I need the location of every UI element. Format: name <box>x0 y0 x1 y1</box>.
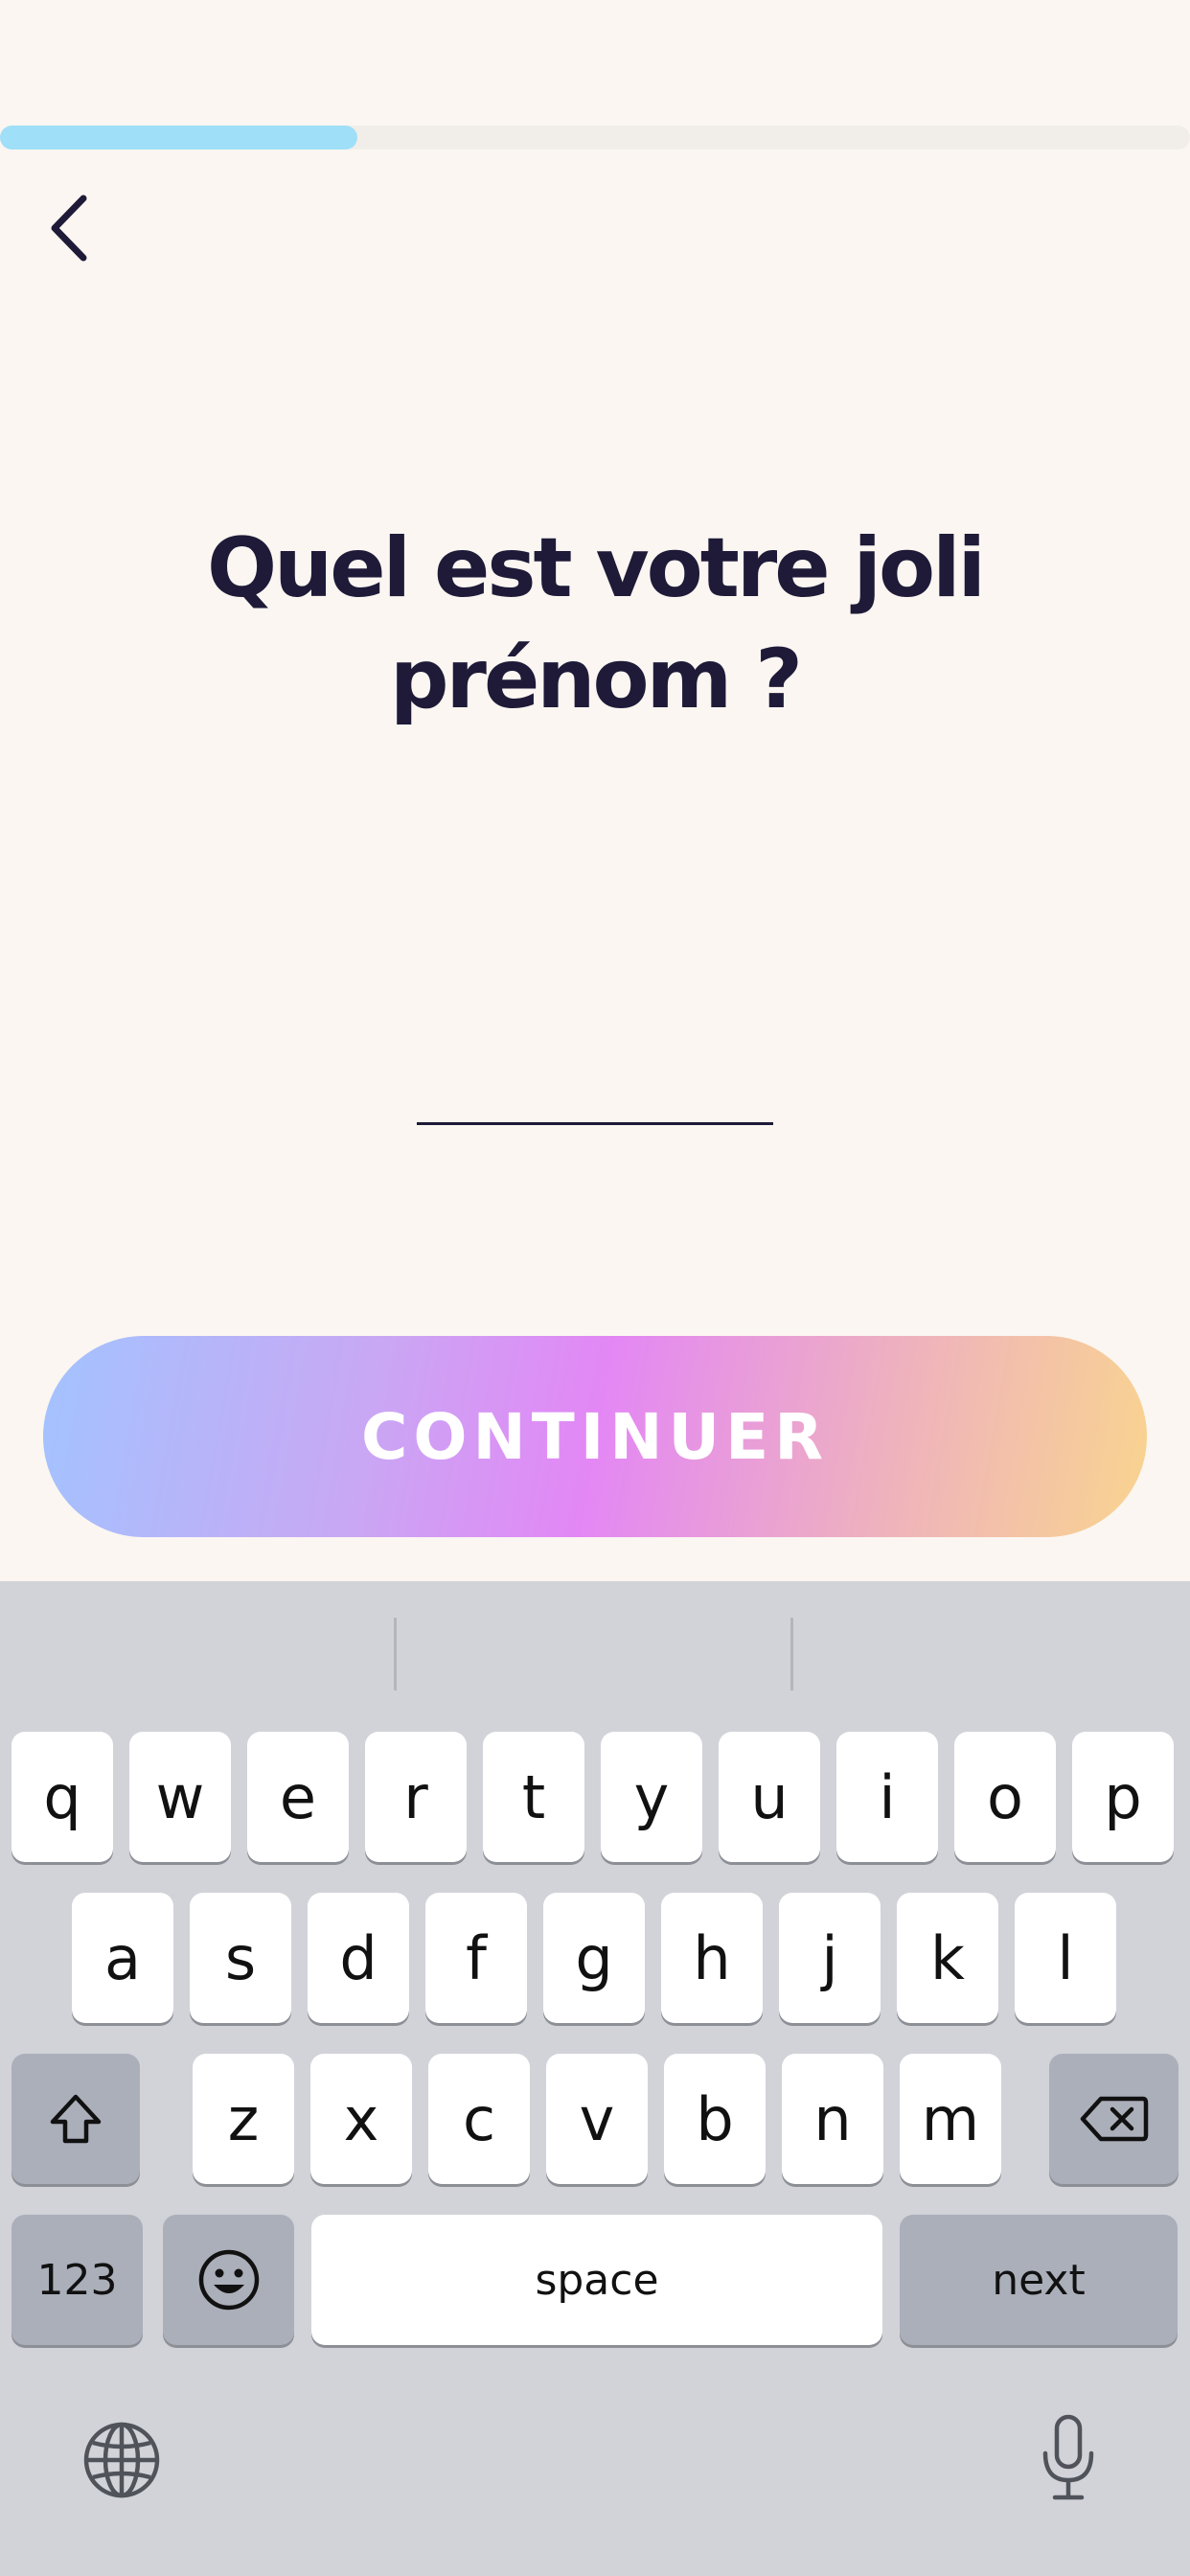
microphone-button[interactable] <box>1025 2405 1111 2511</box>
delete-key[interactable] <box>1049 2054 1179 2184</box>
key[interactable]: w <box>129 1732 231 1862</box>
key[interactable]: n <box>782 2054 883 2184</box>
delete-icon <box>1080 2096 1148 2142</box>
globe-icon <box>83 2422 160 2498</box>
key[interactable]: g <box>543 1893 645 2023</box>
key[interactable]: o <box>954 1732 1056 1862</box>
key[interactable]: r <box>365 1732 467 1862</box>
key[interactable]: u <box>719 1732 820 1862</box>
page-title: Quel est votre joli prénom ? <box>206 520 986 727</box>
numbers-key[interactable]: 123 <box>11 2215 143 2345</box>
key[interactable]: i <box>836 1732 938 1862</box>
suggestion-divider <box>790 1618 793 1690</box>
key[interactable]: t <box>483 1732 584 1862</box>
key[interactable]: l <box>1015 1893 1116 2023</box>
chevron-left-icon <box>51 195 87 262</box>
emoji-key[interactable] <box>163 2215 294 2345</box>
shift-key[interactable] <box>11 2054 140 2184</box>
next-key[interactable]: next <box>900 2215 1178 2345</box>
progress-fill <box>0 126 357 150</box>
shift-icon <box>50 2094 102 2144</box>
key[interactable]: c <box>428 2054 530 2184</box>
progress-bar <box>0 126 1190 150</box>
key[interactable]: y <box>601 1732 702 1862</box>
key[interactable]: a <box>72 1893 173 2023</box>
key[interactable]: z <box>193 2054 294 2184</box>
key[interactable]: q <box>11 1732 113 1862</box>
space-key[interactable]: space <box>311 2215 882 2345</box>
key[interactable]: b <box>664 2054 766 2184</box>
continue-button[interactable]: CONTINUER <box>43 1336 1147 1537</box>
name-input[interactable] <box>417 1045 773 1125</box>
key[interactable]: s <box>190 1893 291 2023</box>
key[interactable]: d <box>308 1893 409 2023</box>
emoji-icon <box>198 2249 259 2311</box>
key[interactable]: m <box>900 2054 1001 2184</box>
suggestion-divider <box>394 1618 397 1690</box>
key[interactable]: j <box>779 1893 881 2023</box>
back-button[interactable] <box>34 185 102 271</box>
key[interactable]: h <box>661 1893 763 2023</box>
keyboard: qwertyuiop asdfghjkl zxcvbnm 123 space n… <box>0 1581 1190 2576</box>
key[interactable]: v <box>546 2054 648 2184</box>
microphone-icon <box>1042 2414 1094 2500</box>
key[interactable]: f <box>425 1893 527 2023</box>
key[interactable]: k <box>897 1893 998 2023</box>
key[interactable]: e <box>247 1732 349 1862</box>
key[interactable]: x <box>310 2054 412 2184</box>
key[interactable]: p <box>1072 1732 1174 1862</box>
globe-button[interactable] <box>77 2415 167 2505</box>
